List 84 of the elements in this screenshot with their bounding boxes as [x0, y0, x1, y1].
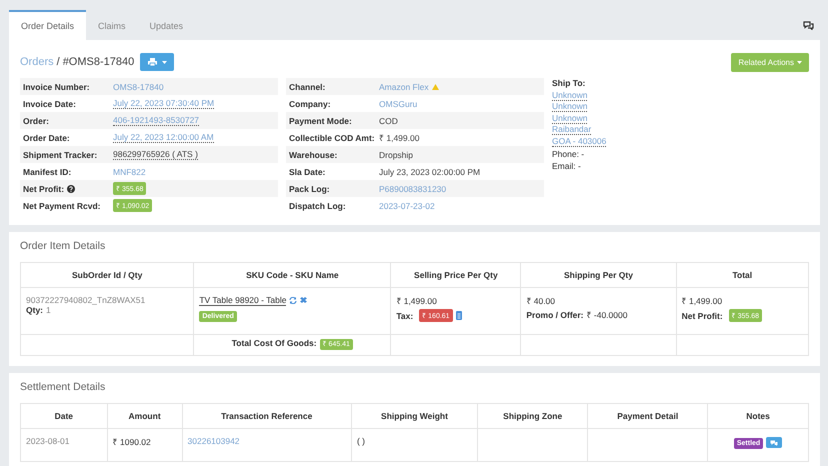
field-value: 986299765926 ( ATS ) — [113, 149, 198, 160]
date-value: 2023-08-01 — [26, 436, 70, 446]
sync-icon — [289, 297, 298, 304]
comments-icon — [803, 20, 814, 30]
field-label: Channel: — [289, 82, 326, 92]
field-link[interactable]: Amazon Flex — [379, 82, 429, 92]
field-label: Company: — [289, 98, 331, 108]
shipping-value: ₹ 40.00 — [526, 295, 556, 306]
total-value: ₹ 1,499.00 — [682, 295, 724, 306]
field-label: Order Date: — [23, 132, 70, 142]
field-label: Net Payment Rcvd: — [23, 200, 100, 210]
field-label: Payment Mode: — [289, 116, 352, 126]
qty-label: Qty: — [26, 305, 43, 315]
caret-icon — [797, 60, 802, 64]
field-link[interactable]: MNF822 — [113, 166, 146, 176]
field-link[interactable]: OMSGuru — [379, 98, 418, 108]
column-header: Notes — [708, 404, 808, 428]
column-header: Payment Detail — [588, 404, 708, 428]
field-link[interactable]: July 22, 2023 12:00:00 AM — [113, 132, 214, 143]
field-link[interactable]: P6890083831230 — [379, 184, 446, 194]
order-number: #OMS8-17840 — [62, 56, 134, 68]
address-link[interactable]: Unknown — [552, 101, 588, 112]
breadcrumb-separator: / — [56, 56, 60, 68]
field-label: Dispatch Log: — [289, 200, 346, 210]
tab[interactable]: Claims — [86, 10, 138, 40]
weight-value: ( ) — [356, 436, 365, 446]
field-label: Invoice Date: — [23, 98, 76, 108]
column-header: SubOrder Id / Qty — [20, 262, 194, 288]
price-value: ₹ 1,499.00 — [396, 295, 438, 306]
field-link[interactable]: 2023-07-23-02 — [379, 200, 435, 210]
column-header: SKU Code - SKU Name — [194, 262, 391, 288]
field-label: Order: — [23, 116, 49, 126]
field-label: Warehouse: — [289, 150, 338, 160]
document-icon — [456, 311, 462, 320]
field-link[interactable]: 406-1921493-8530727 — [113, 115, 200, 126]
address-link[interactable]: Unknown — [552, 90, 588, 100]
address-link[interactable]: GOA - 403006 — [552, 136, 606, 146]
column-header: Selling Price Per Qty — [390, 262, 521, 288]
column-header: Date — [20, 404, 108, 428]
field-value: Dropship — [379, 150, 414, 160]
transaction-link[interactable]: 30226103942 — [188, 436, 240, 446]
section-title: Order Item Details — [20, 239, 106, 254]
field-label: Net Profit: — [23, 184, 64, 194]
tax-label: Tax: — [396, 310, 414, 320]
field-link[interactable]: July 22, 2023 07:30:40 PM — [113, 98, 214, 109]
field-value: ₹ 1,499.00 — [379, 132, 420, 143]
tab[interactable]: Order Details — [9, 10, 86, 40]
address-link[interactable]: Raibandar — [552, 124, 592, 135]
net-profit-label: Net Profit: — [682, 310, 723, 320]
column-header: Shipping Per Qty — [520, 262, 676, 288]
contact-line: Email: - — [552, 161, 582, 171]
ship-to-label: Ship To: — [552, 78, 586, 90]
qty-value: 1 — [46, 305, 51, 315]
print-button[interactable] — [140, 53, 174, 71]
column-header: Total — [676, 262, 808, 288]
field-label: Invoice Number: — [23, 82, 90, 92]
field-link[interactable]: OMS8-17840 — [113, 82, 164, 92]
field-value: COD — [379, 116, 398, 126]
address-link[interactable]: Unknown — [552, 112, 588, 124]
column-header: Amount — [107, 404, 182, 428]
promo-value: ₹ -40.0000 — [586, 309, 628, 320]
field-label: Shipment Tracker: — [23, 150, 98, 160]
field-label: Pack Log: — [289, 184, 330, 194]
comment-button[interactable] — [766, 437, 782, 448]
comments-icon — [770, 440, 778, 446]
sku-link[interactable]: TV Table 98920 - Table — [199, 295, 286, 306]
tab[interactable]: Updates — [138, 10, 196, 40]
field-label: Manifest ID: — [23, 166, 72, 176]
suborder-id: 90372227940802_TnZ8WAX51 — [26, 295, 146, 305]
contact-line: Phone: - — [552, 149, 586, 159]
column-header: Shipping Weight — [351, 404, 478, 428]
caret-icon — [162, 60, 167, 64]
total-cost-label: Total Cost Of Goods: — [232, 338, 317, 348]
field-value: July 23, 2023 02:00:00 PM — [379, 166, 480, 176]
field-label: Sla Date: — [289, 166, 326, 176]
promo-label: Promo / Offer: — [526, 310, 584, 320]
section-title: Settlement Details — [20, 380, 106, 395]
printer-icon — [148, 58, 157, 66]
amount-value: ₹ 1090.02 — [112, 437, 151, 447]
column-header: Transaction Reference — [182, 404, 352, 428]
column-header: Shipping Zone — [478, 404, 588, 428]
related-actions-button[interactable]: Related Actions — [731, 52, 809, 72]
field-label: Collectible COD Amt: — [289, 132, 375, 142]
breadcrumb-link[interactable]: Orders — [20, 56, 54, 68]
